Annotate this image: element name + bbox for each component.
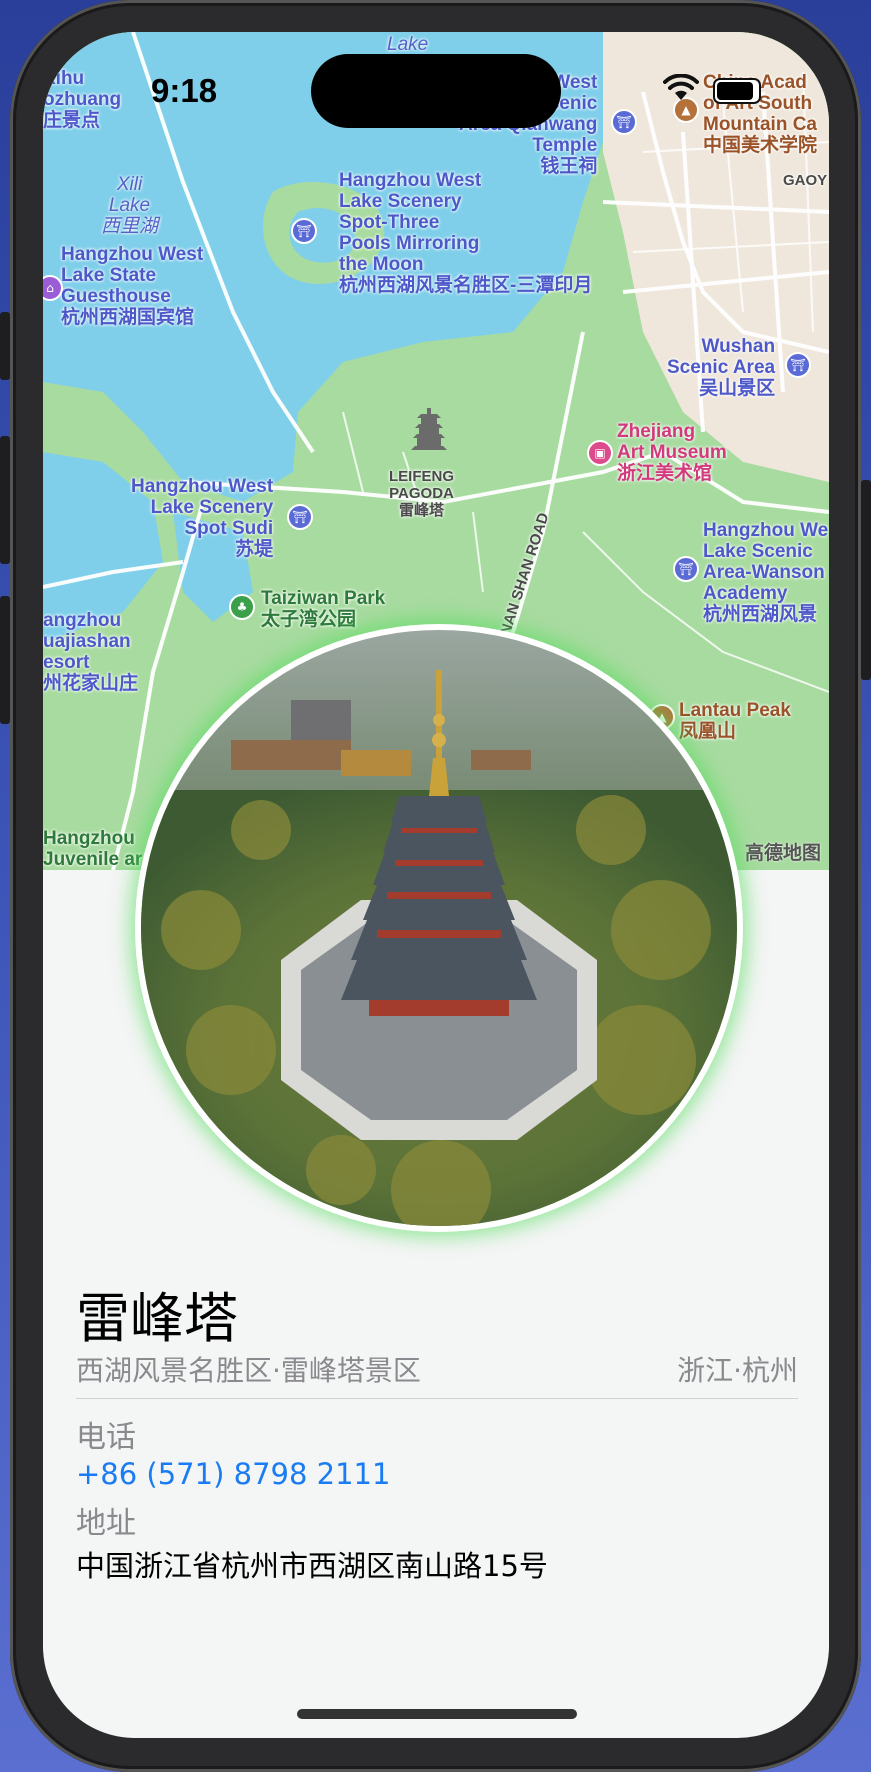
place-photo[interactable]: [141, 630, 737, 1226]
side-button-action: [0, 312, 10, 380]
scenic-pin-icon[interactable]: ⛩: [291, 218, 317, 244]
scenic-pin-icon[interactable]: ⛩: [287, 504, 313, 530]
status-time: 9:18: [151, 72, 218, 109]
map-label-three-pools[interactable]: Hangzhou West Lake Scenery Spot-Three Po…: [339, 170, 592, 296]
phone-label: 电话: [76, 1420, 136, 1455]
map-label-gaoyin[interactable]: GAOY: [783, 172, 827, 189]
place-area: 西湖风景名胜区·雷峰塔景区: [76, 1354, 421, 1387]
side-button-volume-up: [0, 436, 10, 564]
museum-pin-icon[interactable]: ▣: [587, 440, 613, 466]
map-label-taiziwan-park[interactable]: Taiziwan Park 太子湾公园: [261, 588, 385, 630]
scenic-pin-icon[interactable]: ⛩: [673, 556, 699, 582]
divider: [76, 1398, 798, 1399]
map-label-wanson-academy[interactable]: Hangzhou We Lake Scenic Area-Wanson Acad…: [703, 520, 828, 625]
park-pin-icon[interactable]: ♣: [229, 594, 255, 620]
map-label-juvenile[interactable]: Hangzhou Juvenile ar: [43, 828, 142, 870]
map-label-sudi[interactable]: Hangzhou West Lake Scenery Spot Sudi 苏堤: [131, 476, 273, 560]
place-title: 雷峰塔: [76, 1287, 238, 1350]
map-label-xihu[interactable]: Xihu ozhuang 庄景点: [43, 68, 121, 131]
map-label-art-museum[interactable]: Zhejiang Art Museum 浙江美术馆: [617, 421, 727, 484]
map-label-lake[interactable]: Lake: [387, 34, 428, 55]
pagoda-photo-illustration: [141, 630, 737, 1226]
map-label-lantau-peak[interactable]: Lantau Peak 凤凰山: [679, 700, 791, 742]
screen: ⛩ ⌂ ⛩ ▲ ⛩ ▣ ⛩ ⛩ ♣ ▲ Xihu ozhuang 庄景点 Lak…: [43, 32, 829, 1738]
phone-number-link[interactable]: +86 (571) 8798 2111: [76, 1457, 390, 1491]
map-label-state-guesthouse[interactable]: Hangzhou West Lake State Guesthouse 杭州西湖…: [61, 244, 203, 328]
dynamic-island: [311, 54, 561, 128]
scenic-pin-icon[interactable]: ⛩: [611, 109, 637, 135]
map-label-xili-lake[interactable]: Xili Lake 西里湖: [101, 174, 158, 237]
side-button-volume-down: [0, 596, 10, 724]
place-photo-frame: [135, 624, 743, 1232]
scenic-pin-icon[interactable]: ⛩: [785, 352, 811, 378]
side-button-power: [861, 480, 871, 680]
place-region: 浙江·杭州: [677, 1354, 798, 1387]
address-label: 地址: [76, 1506, 136, 1541]
wifi-icon: [663, 74, 699, 100]
map-label-leifeng-pagoda[interactable]: LEIFENG PAGODA 雷峰塔: [389, 468, 454, 519]
map-label-huajiashan[interactable]: angzhou uajiashan esort 州花家山庄: [43, 610, 138, 694]
battery-icon: [713, 78, 761, 104]
map-label-wushan[interactable]: Wushan Scenic Area 吴山景区: [667, 336, 775, 399]
home-indicator[interactable]: [297, 1709, 577, 1719]
map-attribution[interactable]: 高德地图: [745, 838, 821, 865]
address-value[interactable]: 中国浙江省杭州市西湖区南山路15号: [76, 1543, 548, 1585]
